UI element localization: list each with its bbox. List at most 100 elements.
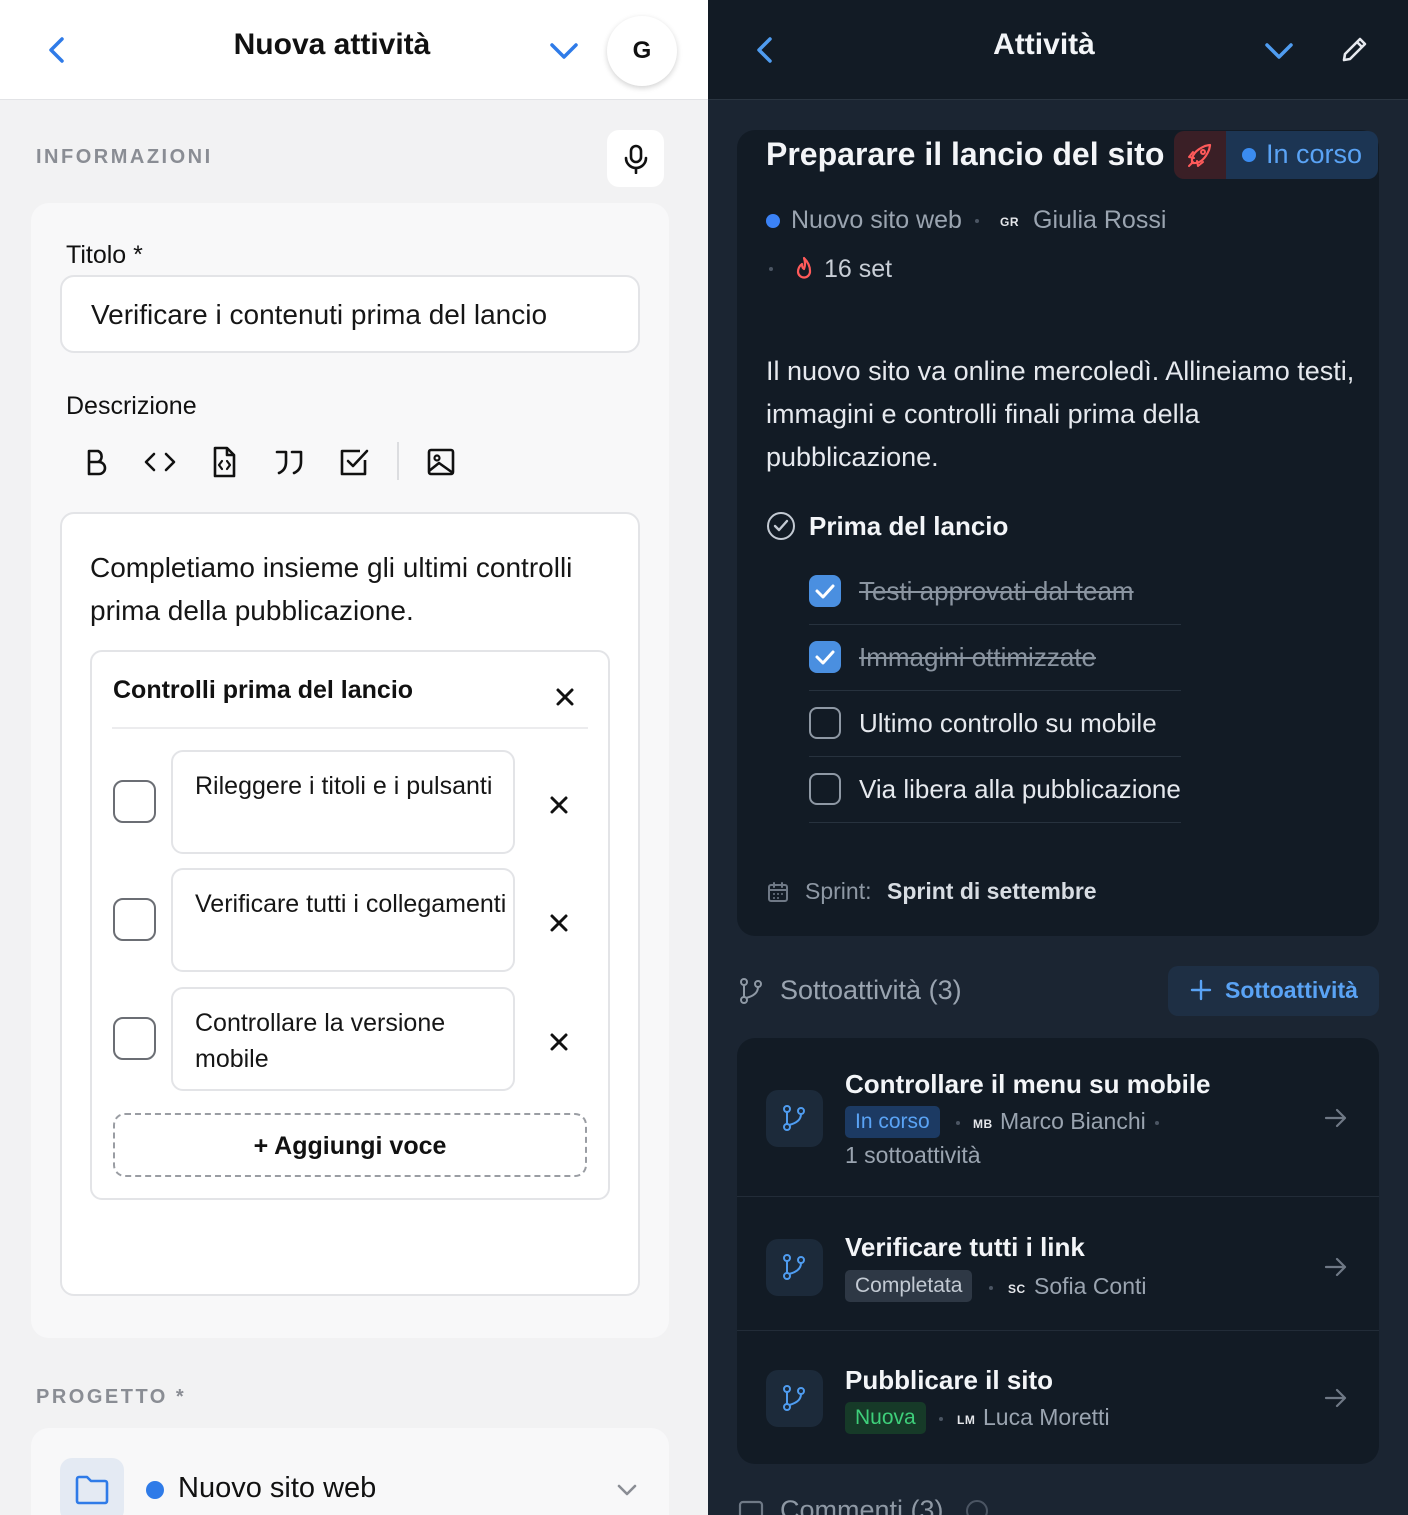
back-chevron-icon[interactable] [42,34,74,66]
status-text: In corso [1266,139,1363,169]
toolbar-separator [397,442,399,480]
due-date[interactable]: 16 set [824,255,892,284]
pencil-icon[interactable] [1338,34,1370,66]
subtasks-heading: Sottoattività (3) [780,975,962,1005]
microphone-icon [624,144,648,174]
description-text[interactable]: Completiamo insieme gli ultimi controlli… [90,546,620,632]
subtask-assignee: Sofia Conti [1034,1273,1147,1299]
bold-icon[interactable] [78,444,114,480]
chevron-down-icon[interactable] [614,1480,640,1500]
description-label: Descrizione [66,392,197,420]
calendar-icon [766,880,790,904]
help-icon[interactable] [966,1500,988,1515]
status-badge[interactable]: In corso [1226,131,1378,179]
checklist-title[interactable]: Controlli prima del lancio [113,676,413,705]
comment-icon [738,1500,764,1515]
assignee-initials: MB [973,1117,993,1131]
fire-icon [794,256,814,282]
assignee-initials: LM [957,1413,976,1427]
subtask-count: 1 sottoattività [845,1142,981,1168]
branch-icon [766,1370,823,1427]
arrow-right-icon[interactable] [1324,1256,1348,1278]
branch-icon [738,977,764,1005]
assignee-initials: SC [1008,1282,1026,1296]
task-project[interactable]: Nuovo sito web [791,206,962,235]
rocket-icon [1188,143,1212,167]
checklist-icon[interactable] [336,444,372,480]
checklist-item: Testi approvati dal team [859,576,1134,606]
section-label-project: PROGETTO * [36,1386,187,1408]
status-badge: Nuova [845,1402,926,1434]
divider [809,624,1181,625]
checklist-checkbox[interactable] [809,707,841,739]
subtask-title[interactable]: Pubblicare il sito [845,1365,1053,1396]
folder-icon [60,1458,124,1515]
separator-dot [989,1286,993,1290]
chevron-down-icon[interactable] [546,36,582,66]
checked-checkbox-icon[interactable] [809,641,841,673]
project-color-dot [146,1481,164,1499]
subtask-title[interactable]: Verificare tutti i link [845,1232,1085,1263]
task-title: Preparare il lancio del sito [766,136,1165,172]
branch-icon [766,1239,823,1296]
checklist-item-input[interactable]: Rileggere i titoli e i pulsanti [171,750,515,854]
assignee-initials: GR [1000,215,1019,229]
comments-heading: Commenti (3) [780,1495,944,1515]
checked-checkbox-icon[interactable] [809,575,841,607]
checklist-checkbox[interactable] [113,1017,156,1060]
chevron-down-icon[interactable] [1262,36,1296,66]
task-assignee[interactable]: Giulia Rossi [1033,206,1166,235]
page-title: Nuova attività [233,28,431,61]
add-item-button[interactable]: + Aggiungi voce [113,1113,587,1177]
plus-icon [1190,979,1212,1001]
left-header: Nuova attività G [0,0,708,100]
quote-icon[interactable] [271,444,307,480]
project-name[interactable]: Nuovo sito web [178,1472,376,1505]
code-icon[interactable] [142,444,178,480]
checklist-item: Ultimo controllo su mobile [859,708,1157,738]
checklist-checkbox[interactable] [113,898,156,941]
separator-dot [975,219,979,223]
voice-input-button[interactable] [607,130,664,187]
divider [809,822,1181,823]
status-dot [1242,148,1256,162]
remove-checklist-close-icon[interactable] [554,686,576,708]
title-input[interactable]: Verificare i contenuti prima del lancio [60,275,640,353]
add-subtask-label: Sottoattività [1225,977,1358,1003]
checklist-item-input[interactable]: Verificare tutti i collegamenti [171,868,515,972]
remove-item-close-icon[interactable] [548,1031,570,1053]
page-title: Attività [993,28,1095,61]
task-description: Il nuovo sito va online mercoledì. Allin… [766,356,1355,472]
divider [809,756,1181,757]
add-subtask-button[interactable]: Sottoattività [1168,966,1379,1016]
task-detail-panel: Attività Preparare il lancio del sito In… [708,0,1408,1515]
new-task-panel: Nuova attività G INFORMAZIONI Titolo * V… [0,0,708,1515]
title-label: Titolo * [66,241,143,269]
right-header: Attività [708,0,1408,100]
divider [737,1330,1379,1331]
separator-dot [956,1121,960,1125]
image-icon[interactable] [423,444,459,480]
divider [737,1196,1379,1197]
separator-dot [769,267,773,271]
avatar[interactable]: G [607,16,677,86]
arrow-right-icon[interactable] [1324,1107,1348,1129]
code-block-icon[interactable] [206,444,242,480]
remove-item-close-icon[interactable] [548,794,570,816]
divider [809,690,1181,691]
divider [112,727,588,729]
sprint-label: Sprint: [805,878,872,904]
status-badge: Completata [845,1270,973,1302]
back-chevron-icon[interactable] [750,34,782,66]
checklist-item-input[interactable]: Controllare la versione mobile [171,987,515,1091]
sprint-value[interactable]: Sprint di settembre [887,878,1097,905]
separator-dot [939,1417,943,1421]
checklist-checkbox[interactable] [113,780,156,823]
priority-badge [1174,131,1226,179]
arrow-right-icon[interactable] [1324,1387,1348,1409]
checklist-checkbox[interactable] [809,773,841,805]
check-circle-icon [766,511,796,541]
branch-icon [766,1090,823,1147]
remove-item-close-icon[interactable] [548,912,570,934]
subtask-title[interactable]: Controllare il menu su mobile [845,1069,1211,1100]
